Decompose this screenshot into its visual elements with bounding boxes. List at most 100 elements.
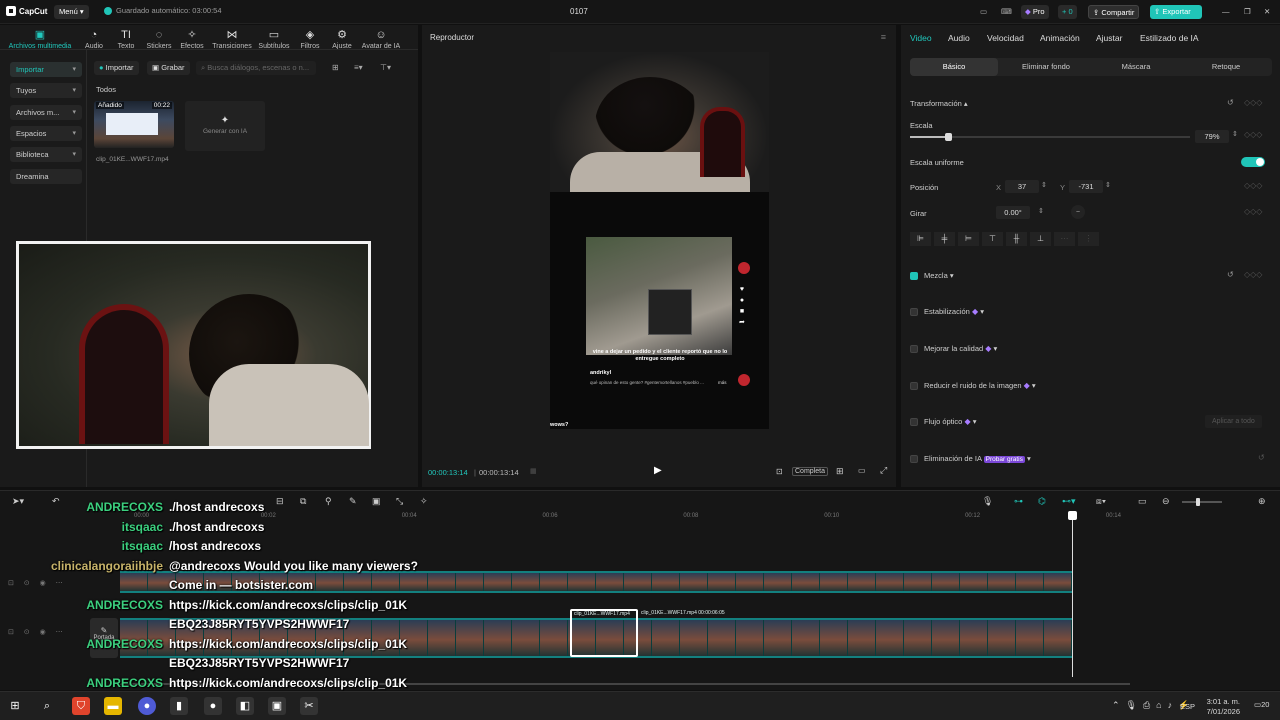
tool-subtitles[interactable]: ▭ Subtítulos (255, 29, 293, 50)
split-icon[interactable]: ⧈▾ (1096, 496, 1106, 507)
zoom-out-icon[interactable]: ⊖ (1162, 496, 1170, 507)
credits-badge[interactable]: + 0 (1058, 5, 1077, 19)
quality-checkbox[interactable] (910, 345, 918, 354)
ratio-toggle-icon[interactable]: ▭ (858, 466, 866, 475)
tab-speed[interactable]: Velocidad (987, 33, 1024, 43)
media-clip-thumbnail[interactable]: Añadido 00:22 (94, 101, 174, 148)
sidebar-item-library[interactable]: Biblioteca ▾ (10, 147, 82, 162)
uniform-scale-toggle[interactable] (1241, 157, 1265, 167)
clock-time[interactable]: 3:01 a. m. (1204, 697, 1240, 706)
align-top-icon[interactable]: ⊤ (982, 232, 1003, 246)
sidebar-item-spaces[interactable]: Espacios ▾ (10, 126, 82, 141)
shortcuts-icon[interactable]: ⌨ (997, 5, 1016, 19)
distribute-v-icon[interactable]: ⋮ (1078, 232, 1099, 246)
tool-audio[interactable]: ◔ Audio (76, 29, 112, 50)
tab-animation[interactable]: Animación (1040, 33, 1080, 43)
tool-ai-avatar[interactable]: ☺ Avatar de IA (358, 29, 404, 50)
align-bottom-icon[interactable]: ⊥ (1030, 232, 1051, 246)
scale-slider-knob[interactable] (945, 133, 953, 141)
stepper-icon[interactable]: ⇕ (1105, 181, 1111, 189)
tab-adjust[interactable]: Ajustar (1096, 33, 1122, 43)
layout-icon[interactable]: ▭ (976, 5, 991, 19)
tab-audio[interactable]: Audio (948, 33, 970, 43)
keyframe-nav-icon[interactable]: ◇◇◇ (1244, 181, 1262, 190)
noise-checkbox[interactable] (910, 382, 918, 391)
ai-remove-checkbox[interactable] (910, 455, 918, 464)
mic-icon[interactable]: 🎙︎ (982, 496, 993, 507)
app-icon-1[interactable]: ● (138, 697, 156, 715)
preview-axis-icon[interactable]: ▭ (1138, 496, 1147, 507)
stepper-icon[interactable]: ⇕ (1232, 130, 1238, 138)
align-left-icon[interactable]: ⊫ (910, 232, 931, 246)
keyframe-nav-icon[interactable]: ◇◇◇ (1244, 270, 1262, 279)
ratio-button[interactable]: Completa (792, 467, 828, 476)
reset-icon[interactable]: ↺ (1258, 453, 1265, 462)
menu-button[interactable]: Menú ▾ (54, 5, 89, 19)
zoom-slider[interactable] (1182, 498, 1222, 506)
pro-badge[interactable]: ◆ Pro (1021, 5, 1049, 19)
reset-icon[interactable]: ↺ (1227, 270, 1234, 279)
section-transform[interactable]: Transformación ▴ (910, 99, 968, 108)
subtab-mask[interactable]: Máscara (1092, 58, 1180, 76)
blend-row[interactable]: Mezcla ▾ (910, 271, 954, 281)
stepper-icon[interactable]: ⇕ (1038, 207, 1044, 215)
blend-checkbox[interactable] (910, 272, 918, 281)
tool-effects[interactable]: ✧ Efectos (174, 29, 210, 50)
notifications-icon[interactable]: ▭20 (1254, 700, 1269, 709)
tool-text[interactable]: TI Texto (108, 29, 144, 50)
link-tracks-icon[interactable]: ⊶ (1014, 496, 1023, 507)
close-icon[interactable]: ✕ (1260, 5, 1274, 19)
subtab-retouch[interactable]: Retoque (1182, 58, 1270, 76)
subtab-remove-bg[interactable]: Eliminar fondo (1002, 58, 1090, 76)
rotate-input[interactable]: 0.00° (996, 206, 1030, 219)
position-y-input[interactable]: -731 (1069, 180, 1103, 193)
sidebar-item-dreamina[interactable]: Dreamina (10, 169, 82, 184)
record-button[interactable]: ▣ Grabar (147, 61, 190, 75)
subtab-basic[interactable]: Básico (910, 58, 998, 76)
try-free-badge[interactable]: Probar gratis (983, 456, 1025, 463)
timecode-grid-icon[interactable]: ▦ (530, 467, 537, 475)
file-explorer-icon[interactable]: ▬ (104, 697, 122, 715)
play-icon[interactable]: ▶ (654, 465, 662, 476)
flow-checkbox[interactable] (910, 418, 918, 427)
video-preview[interactable]: vine a dejar un pedido y el cliente repo… (550, 52, 769, 429)
apply-all-button[interactable]: Aplicar a todo (1205, 415, 1262, 428)
sidebar-item-yours[interactable]: Tuyos ▾ (10, 83, 82, 98)
noise-row[interactable]: Reducir el ruido de la imagen ◆ ▾ (910, 381, 1036, 391)
minimize-icon[interactable]: — (1218, 5, 1234, 19)
tab-ai-style[interactable]: Estilizado de IA (1140, 33, 1199, 43)
align-center-v-icon[interactable]: ╫ (1006, 232, 1027, 246)
keyframe-nav-icon[interactable]: ◇◇◇ (1244, 207, 1262, 216)
snap-icon[interactable]: ⊷▾ (1062, 496, 1076, 507)
share-button[interactable]: ⇪ Compartir (1088, 5, 1140, 19)
reset-icon[interactable]: ↺ (1227, 98, 1234, 107)
tool-media[interactable]: ▣ Archivos multimedia (4, 29, 76, 50)
align-right-icon[interactable]: ⊨ (958, 232, 979, 246)
playhead[interactable] (1068, 511, 1077, 677)
keyframe-nav-icon[interactable]: ◇◇◇ (1244, 98, 1262, 107)
align-center-h-icon[interactable]: ╪ (934, 232, 955, 246)
rotate-dial-icon[interactable]: – (1071, 205, 1085, 219)
scale-slider[interactable] (910, 133, 1190, 141)
distribute-h-icon[interactable]: ⋯ (1054, 232, 1075, 246)
brave-browser-icon[interactable]: ⛉ (72, 697, 90, 715)
stepper-icon[interactable]: ⇕ (1041, 181, 1047, 189)
quality-row[interactable]: Mejorar la calidad ◆ ▾ (910, 344, 997, 354)
grid-view-icon[interactable]: ⊞ (332, 63, 339, 72)
search-icon[interactable]: ⌕ (38, 697, 56, 715)
sort-icon[interactable]: ≡▾ (354, 63, 363, 72)
expand-icon[interactable]: ⤢ (880, 465, 887, 476)
playhead-handle[interactable] (1068, 511, 1077, 520)
selected-clip[interactable]: clip_01KE...WWF17.mp4 (570, 609, 638, 657)
app-icon-4[interactable]: ◧ (236, 697, 254, 715)
search-input[interactable]: ⌕ Busca diálogos, escenas o n... (196, 61, 316, 75)
zoom-fit-icon[interactable]: ⊕ (1258, 496, 1266, 507)
app-icon-5[interactable]: ▣ (268, 697, 286, 715)
flow-row[interactable]: Flujo óptico ◆ ▾ (910, 417, 976, 427)
scale-value-input[interactable]: 79% (1195, 130, 1229, 143)
windows-start-icon[interactable]: ⊞ (6, 697, 24, 715)
stabilize-row[interactable]: Estabilización ◆ ▾ (910, 307, 984, 317)
capcut-taskbar-icon[interactable]: ✂ (300, 697, 318, 715)
maximize-icon[interactable]: ❐ (1240, 5, 1255, 19)
fullscreen-crop-icon[interactable]: ⊡ (776, 467, 783, 476)
